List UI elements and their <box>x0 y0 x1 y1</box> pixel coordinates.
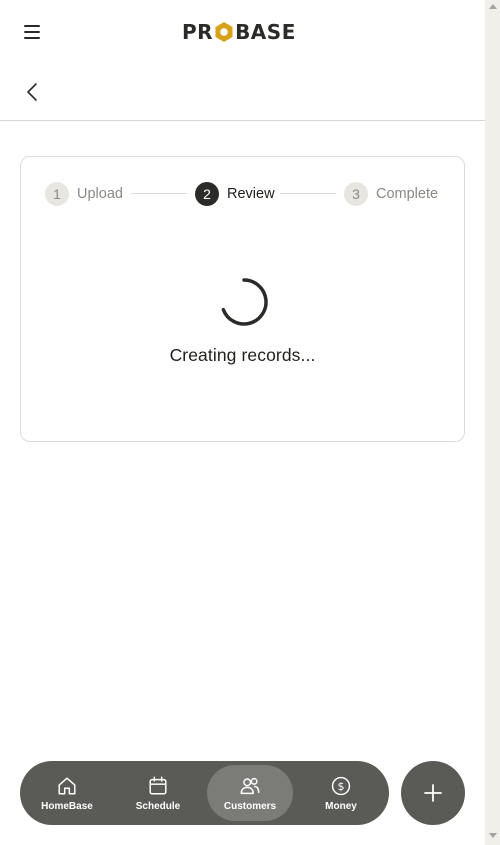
loading-status-text: Creating records... <box>169 345 316 365</box>
nav-item-money[interactable]: $ Money <box>298 761 384 825</box>
users-icon <box>240 777 260 794</box>
plus-icon <box>424 784 442 802</box>
logo-text-start: PR <box>182 20 214 44</box>
nav-item-customers[interactable]: Customers <box>207 765 293 821</box>
step-label: Complete <box>376 186 439 202</box>
vertical-scrollbar[interactable] <box>485 0 500 845</box>
step-connector <box>131 193 187 194</box>
nav-label: HomeBase <box>41 800 93 812</box>
top-bar: PR BASE <box>0 0 485 63</box>
back-button[interactable] <box>22 81 42 103</box>
page-subheader <box>0 63 485 121</box>
nav-item-homebase[interactable]: HomeBase <box>24 761 110 825</box>
logo-hexagon-icon <box>215 22 233 42</box>
chevron-left-icon <box>27 83 37 101</box>
step-label: Review <box>227 186 275 202</box>
step-upload: 1 Upload <box>45 181 123 207</box>
house-icon <box>58 776 76 795</box>
import-card: 1 Upload 2 Review 3 Complete Creating re… <box>20 156 465 442</box>
step-number: 2 <box>195 182 219 206</box>
dollar-circle-icon: $ <box>331 776 351 795</box>
nav-label: Schedule <box>135 800 181 812</box>
nav-label: Money <box>325 800 357 812</box>
bottom-navigation: HomeBase Schedule Customers $ Money <box>20 761 389 825</box>
probase-logo[interactable]: PR BASE <box>182 20 296 44</box>
loading-spinner-icon <box>221 278 268 326</box>
step-connector <box>280 193 336 194</box>
logo-text-end: BASE <box>235 20 296 44</box>
import-stepper: 1 Upload 2 Review 3 Complete <box>45 181 441 207</box>
step-label: Upload <box>77 186 123 202</box>
scroll-up-arrow-icon[interactable] <box>489 4 497 9</box>
calendar-icon <box>149 776 167 795</box>
step-complete: 3 Complete <box>344 181 438 207</box>
hamburger-menu-icon[interactable] <box>20 22 44 42</box>
svg-text:$: $ <box>338 780 345 793</box>
step-review: 2 Review <box>195 181 275 207</box>
nav-item-schedule[interactable]: Schedule <box>115 761 201 825</box>
step-number: 1 <box>45 182 69 206</box>
app-shell: PR BASE 1 Upload 2 Review 3 Complete Cre… <box>0 0 485 845</box>
add-button[interactable] <box>401 761 465 825</box>
scroll-down-arrow-icon[interactable] <box>489 833 497 838</box>
nav-label: Customers <box>223 800 277 812</box>
step-number: 3 <box>344 182 368 206</box>
